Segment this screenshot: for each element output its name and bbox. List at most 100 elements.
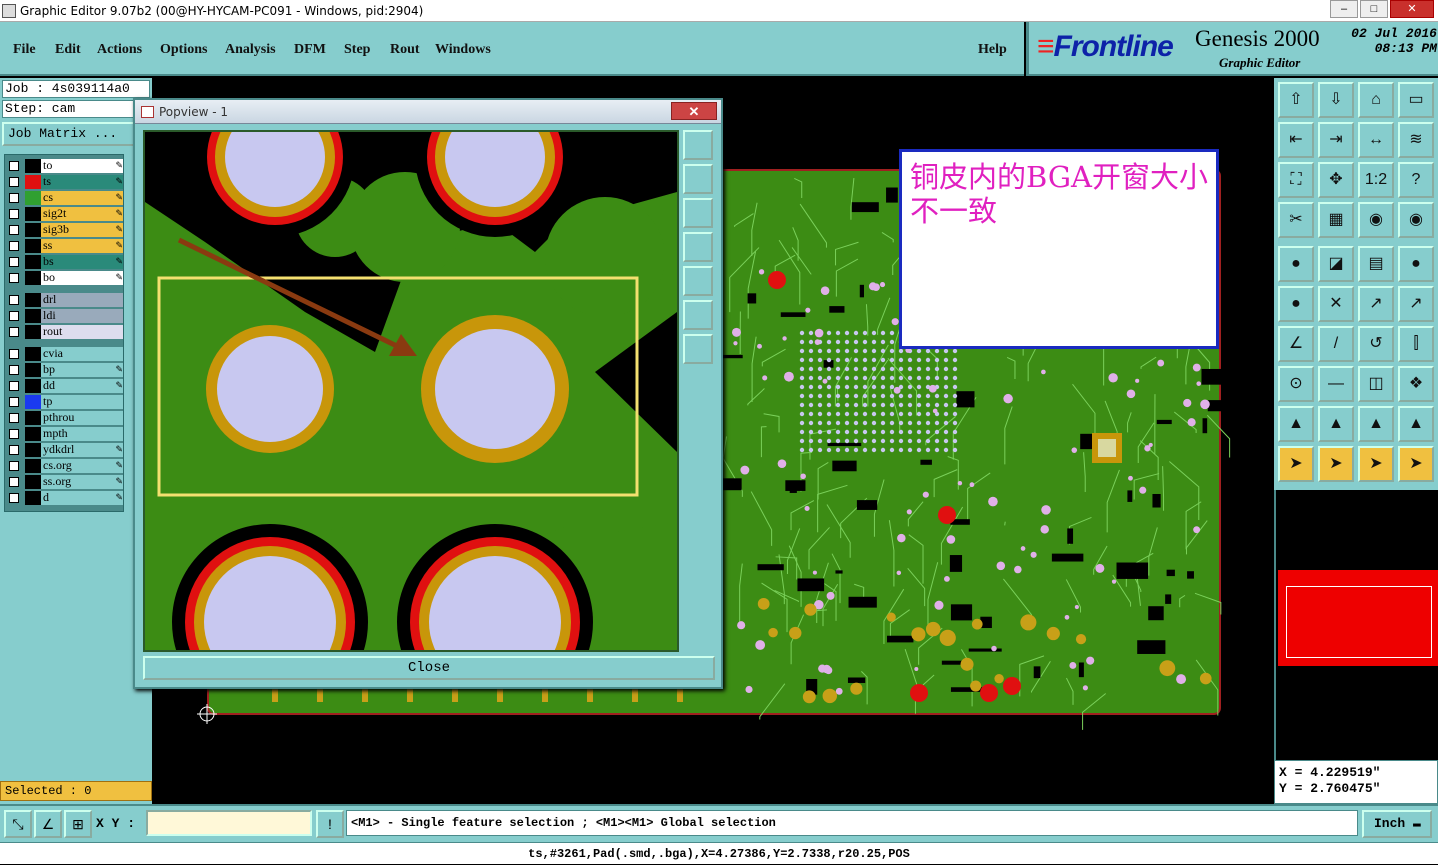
layer-color-swatch[interactable] <box>25 325 41 339</box>
snap-icon[interactable]: ⤡ <box>4 810 32 838</box>
layer-color-swatch[interactable] <box>25 271 41 285</box>
layer-a-icon[interactable]: ◉ <box>1358 202 1394 238</box>
layer-row-rout[interactable]: rout <box>7 325 125 339</box>
target-icon[interactable]: ⊙ <box>1278 366 1314 402</box>
cluster-icon[interactable]: ❖ <box>1398 366 1434 402</box>
cut-icon[interactable]: ✂ <box>1278 202 1314 238</box>
layer-name[interactable]: cvia <box>41 347 123 361</box>
pan-icon[interactable]: ✥ <box>1318 162 1354 198</box>
minimize-button[interactable]: – <box>1330 0 1358 18</box>
layer-color-swatch[interactable] <box>25 207 41 221</box>
grid-icon[interactable]: ⊞ <box>64 810 92 838</box>
layer-row-sig3b[interactable]: sig3b ✎ <box>7 223 125 237</box>
layer-checkbox[interactable] <box>9 429 19 439</box>
triangle-c-icon[interactable]: ▲ <box>1358 406 1394 442</box>
layer-name[interactable]: cs <box>41 191 123 205</box>
overview-preview[interactable] <box>1274 490 1438 760</box>
layer-b-icon[interactable]: ◉ <box>1398 202 1434 238</box>
layer-color-swatch[interactable] <box>25 427 41 441</box>
layer-checkbox[interactable] <box>9 445 19 455</box>
layer-color-swatch[interactable] <box>25 491 41 505</box>
layer-name[interactable]: ydkdrl <box>41 443 123 457</box>
layer-row-cs[interactable]: cs ✎ <box>7 191 125 205</box>
layer-checkbox[interactable] <box>9 493 19 503</box>
frame-icon[interactable]: ◫ <box>1358 366 1394 402</box>
layer-checkbox[interactable] <box>9 381 19 391</box>
popview-zoom-fit-icon[interactable] <box>683 130 713 160</box>
layer-name[interactable]: to <box>41 159 123 173</box>
layer-color-swatch[interactable] <box>25 411 41 425</box>
menu-options[interactable]: Options <box>160 42 207 58</box>
menu-actions[interactable]: Actions <box>97 42 142 58</box>
layer-name[interactable]: ldi <box>41 309 123 323</box>
xy-input[interactable] <box>146 810 312 836</box>
layer-color-swatch[interactable] <box>25 395 41 409</box>
layer-checkbox[interactable] <box>9 257 19 267</box>
menu-help[interactable]: Help <box>978 42 1007 58</box>
layer-row-to[interactable]: to ✎ <box>7 159 125 173</box>
menu-file[interactable]: File <box>13 42 36 58</box>
menu-analysis[interactable]: Analysis <box>225 42 276 58</box>
rotate-icon[interactable]: ↺ <box>1358 326 1394 362</box>
pad-icon[interactable]: ● <box>1278 246 1314 282</box>
popview-pan-up-icon[interactable] <box>683 164 713 194</box>
popview-close-icon[interactable]: ✕ <box>671 102 717 120</box>
fit-icon[interactable]: ⛶ <box>1278 162 1314 198</box>
layer-checkbox[interactable] <box>9 161 19 171</box>
layer-name[interactable]: rout <box>41 325 123 339</box>
swap-icon[interactable]: ↔ <box>1358 122 1394 158</box>
layer-name[interactable]: dd <box>41 379 123 393</box>
layer-color-swatch[interactable] <box>25 159 41 173</box>
triangle-b-icon[interactable]: ▲ <box>1318 406 1354 442</box>
layer-row-ts[interactable]: ts ✎ <box>7 175 125 189</box>
layer-checkbox[interactable] <box>9 477 19 487</box>
layer-checkbox[interactable] <box>9 209 19 219</box>
popview-pan-down-icon[interactable] <box>683 198 713 228</box>
layer-row-mpth[interactable]: mpth <box>7 427 125 441</box>
line-b-icon[interactable]: ↗ <box>1398 286 1434 322</box>
layer-color-swatch[interactable] <box>25 363 41 377</box>
layer-row-bp[interactable]: bp ✎ <box>7 363 125 377</box>
layer-checkbox[interactable] <box>9 461 19 471</box>
layer-name[interactable]: ts <box>41 175 123 189</box>
popview-pan-right-icon[interactable] <box>683 266 713 296</box>
move-left-icon[interactable]: ⇤ <box>1278 122 1314 158</box>
layer-name[interactable]: drl <box>41 293 123 307</box>
home-icon[interactable]: ⌂ <box>1358 82 1394 118</box>
polygon-icon[interactable]: ◪ <box>1318 246 1354 282</box>
layer-row-cvia[interactable]: cvia <box>7 347 125 361</box>
layer-name[interactable]: sig3b <box>41 223 123 237</box>
slash-icon[interactable]: / <box>1318 326 1354 362</box>
page-down-icon[interactable]: ⇩ <box>1318 82 1354 118</box>
layer-name[interactable]: bp <box>41 363 123 377</box>
popview-close-button[interactable]: Close <box>143 656 715 680</box>
menu-step[interactable]: Step <box>344 42 370 58</box>
layer-name[interactable]: tp <box>41 395 123 409</box>
menu-windows[interactable]: Windows <box>435 42 491 58</box>
layer-checkbox[interactable] <box>9 241 19 251</box>
layer-name[interactable]: ss <box>41 239 123 253</box>
layer-name[interactable]: sig2t <box>41 207 123 221</box>
mirror-icon[interactable]: ⫿ <box>1398 326 1434 362</box>
select-d-icon[interactable]: ➤ <box>1398 446 1434 482</box>
layer-row-pthrou[interactable]: pthrou <box>7 411 125 425</box>
layer-checkbox[interactable] <box>9 327 19 337</box>
layer-color-swatch[interactable] <box>25 175 41 189</box>
menu-dfm[interactable]: DFM <box>294 42 326 58</box>
angle-icon[interactable]: ∠ <box>1278 326 1314 362</box>
layer-color-swatch[interactable] <box>25 191 41 205</box>
layer-checkbox[interactable] <box>9 177 19 187</box>
circle-icon[interactable]: ● <box>1398 246 1434 282</box>
line-icon[interactable]: ↗ <box>1358 286 1394 322</box>
layer-row-ss[interactable]: ss ✎ <box>7 239 125 253</box>
select-c-icon[interactable]: ➤ <box>1358 446 1394 482</box>
move-right-icon[interactable]: ⇥ <box>1318 122 1354 158</box>
layer-name[interactable]: bs <box>41 255 123 269</box>
layer-color-swatch[interactable] <box>25 309 41 323</box>
scale-icon[interactable]: 1:2 <box>1358 162 1394 198</box>
layer-checkbox[interactable] <box>9 397 19 407</box>
layer-color-swatch[interactable] <box>25 239 41 253</box>
cross-icon[interactable]: ✕ <box>1318 286 1354 322</box>
layer-row-bo[interactable]: bo ✎ <box>7 271 125 285</box>
triangle-d-icon[interactable]: ▲ <box>1398 406 1434 442</box>
